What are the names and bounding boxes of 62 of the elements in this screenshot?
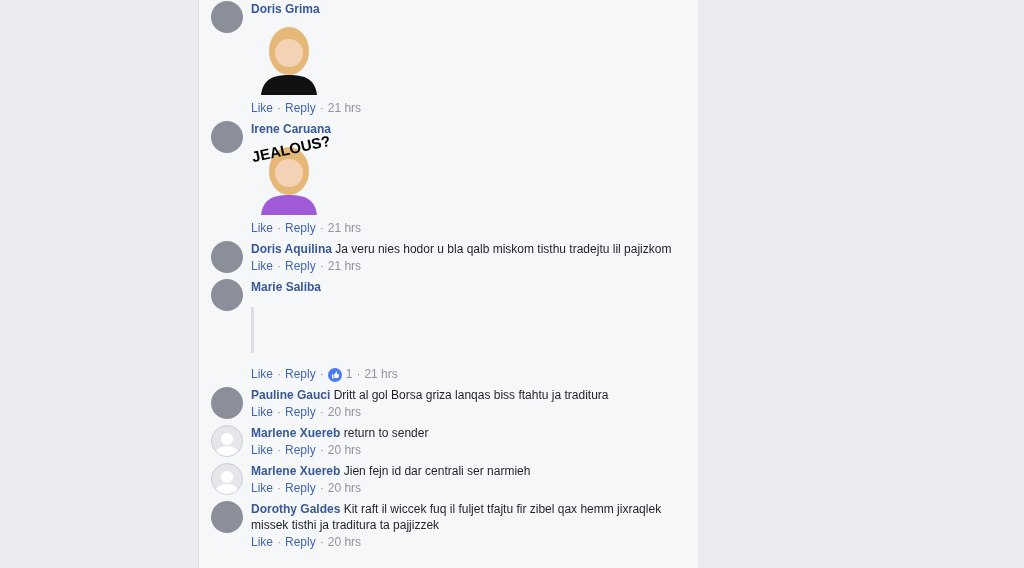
avatar-photo-placeholder[interactable] — [211, 1, 243, 33]
commenter-name-link[interactable]: Pauline Gauci — [251, 388, 331, 402]
separator-dot: · — [277, 100, 281, 117]
separator-dot: · — [319, 534, 324, 551]
avatar-photo-placeholder[interactable] — [211, 279, 243, 311]
commenter-name-link[interactable]: Marlene Xuereb — [251, 426, 341, 440]
action-link[interactable]: Like — [251, 534, 273, 551]
action-link[interactable]: Like — [251, 258, 273, 275]
comment-text: Marlene Xuereb return to sender — [251, 425, 429, 441]
commenter-name-link[interactable]: Doris Grima — [251, 2, 320, 16]
separator-dot: · — [356, 366, 361, 383]
separator-dot: · — [319, 100, 324, 117]
separator-dot: · — [277, 220, 281, 237]
action-link[interactable]: Like — [251, 100, 273, 117]
comment-time[interactable]: 20 hrs — [327, 442, 362, 459]
comment-time[interactable]: 21 hrs — [327, 220, 362, 237]
commenter-name-link[interactable]: Marie Saliba — [251, 280, 322, 294]
separator-dot: · — [319, 404, 324, 421]
separator-dot: · — [319, 442, 324, 459]
separator-dot: · — [319, 220, 324, 237]
separator-dot: · — [319, 366, 324, 383]
comment-time[interactable]: 20 hrs — [327, 480, 362, 497]
comment-time[interactable]: 20 hrs — [327, 404, 362, 421]
comment-time[interactable]: 21 hrs — [364, 366, 398, 383]
avatar-photo-placeholder[interactable] — [211, 501, 243, 533]
action-link[interactable]: Like — [251, 220, 273, 237]
commenter-name-link[interactable]: Dorothy Galdes — [251, 502, 341, 516]
separator-dot: · — [277, 404, 281, 421]
action-link[interactable]: Reply — [285, 220, 316, 237]
action-link[interactable]: Reply — [285, 404, 316, 421]
action-link[interactable]: Reply — [285, 258, 316, 275]
action-link[interactable]: Reply — [285, 366, 316, 383]
comment-time[interactable]: 21 hrs — [327, 258, 362, 275]
separator-dot: · — [277, 366, 281, 383]
action-link[interactable]: Like — [251, 442, 273, 459]
action-link[interactable]: Like — [251, 480, 273, 497]
separator-dot: · — [277, 480, 281, 497]
comment-time[interactable]: 21 hrs — [327, 100, 362, 117]
separator-dot: · — [319, 258, 324, 275]
avatar-photo-placeholder[interactable] — [211, 387, 243, 419]
separator-dot: · — [277, 534, 281, 551]
separator-dot: · — [277, 258, 281, 275]
comment-text: Marlene Xuereb Jien fejn id dar centrali ser narmieh — [251, 463, 531, 479]
separator-dot: · — [277, 442, 281, 459]
commenter-name-link[interactable]: Marlene Xuereb — [251, 464, 341, 478]
action-link[interactable]: Reply — [285, 534, 316, 551]
action-link[interactable]: Like — [251, 366, 273, 383]
action-link[interactable]: Reply — [285, 100, 316, 117]
comment-text: Dorothy Galdes Kit raft il wiccek fuq il fuljet tfajtu fir zibel qax hemm jixraqlek missek tisthi ja traditura ta pajjizzek — [251, 501, 663, 533]
reaction-count[interactable]: 1 — [345, 366, 353, 383]
action-link[interactable]: Reply — [285, 442, 316, 459]
separator-dot: · — [319, 480, 324, 497]
action-link[interactable]: Reply — [285, 480, 316, 497]
avatar-photo-placeholder[interactable] — [211, 121, 243, 153]
avatar-photo-placeholder[interactable] — [211, 241, 243, 273]
action-link[interactable]: Like — [251, 404, 273, 421]
thumbs-up-icon — [327, 367, 342, 382]
comment-time[interactable]: 20 hrs — [327, 534, 362, 551]
commenter-name-link[interactable]: Irene Caruana — [251, 122, 332, 136]
comment-text: Doris Aquilina Ja veru nies hodor u bla qalb miskom tisthu tradejtu lil pajizkom — [251, 241, 672, 257]
comment-text: Pauline Gauci Dritt al gol Borsa griza lanqas biss ftahtu ja traditura — [251, 387, 609, 403]
commenter-name-link[interactable]: Doris Aquilina — [251, 242, 332, 256]
